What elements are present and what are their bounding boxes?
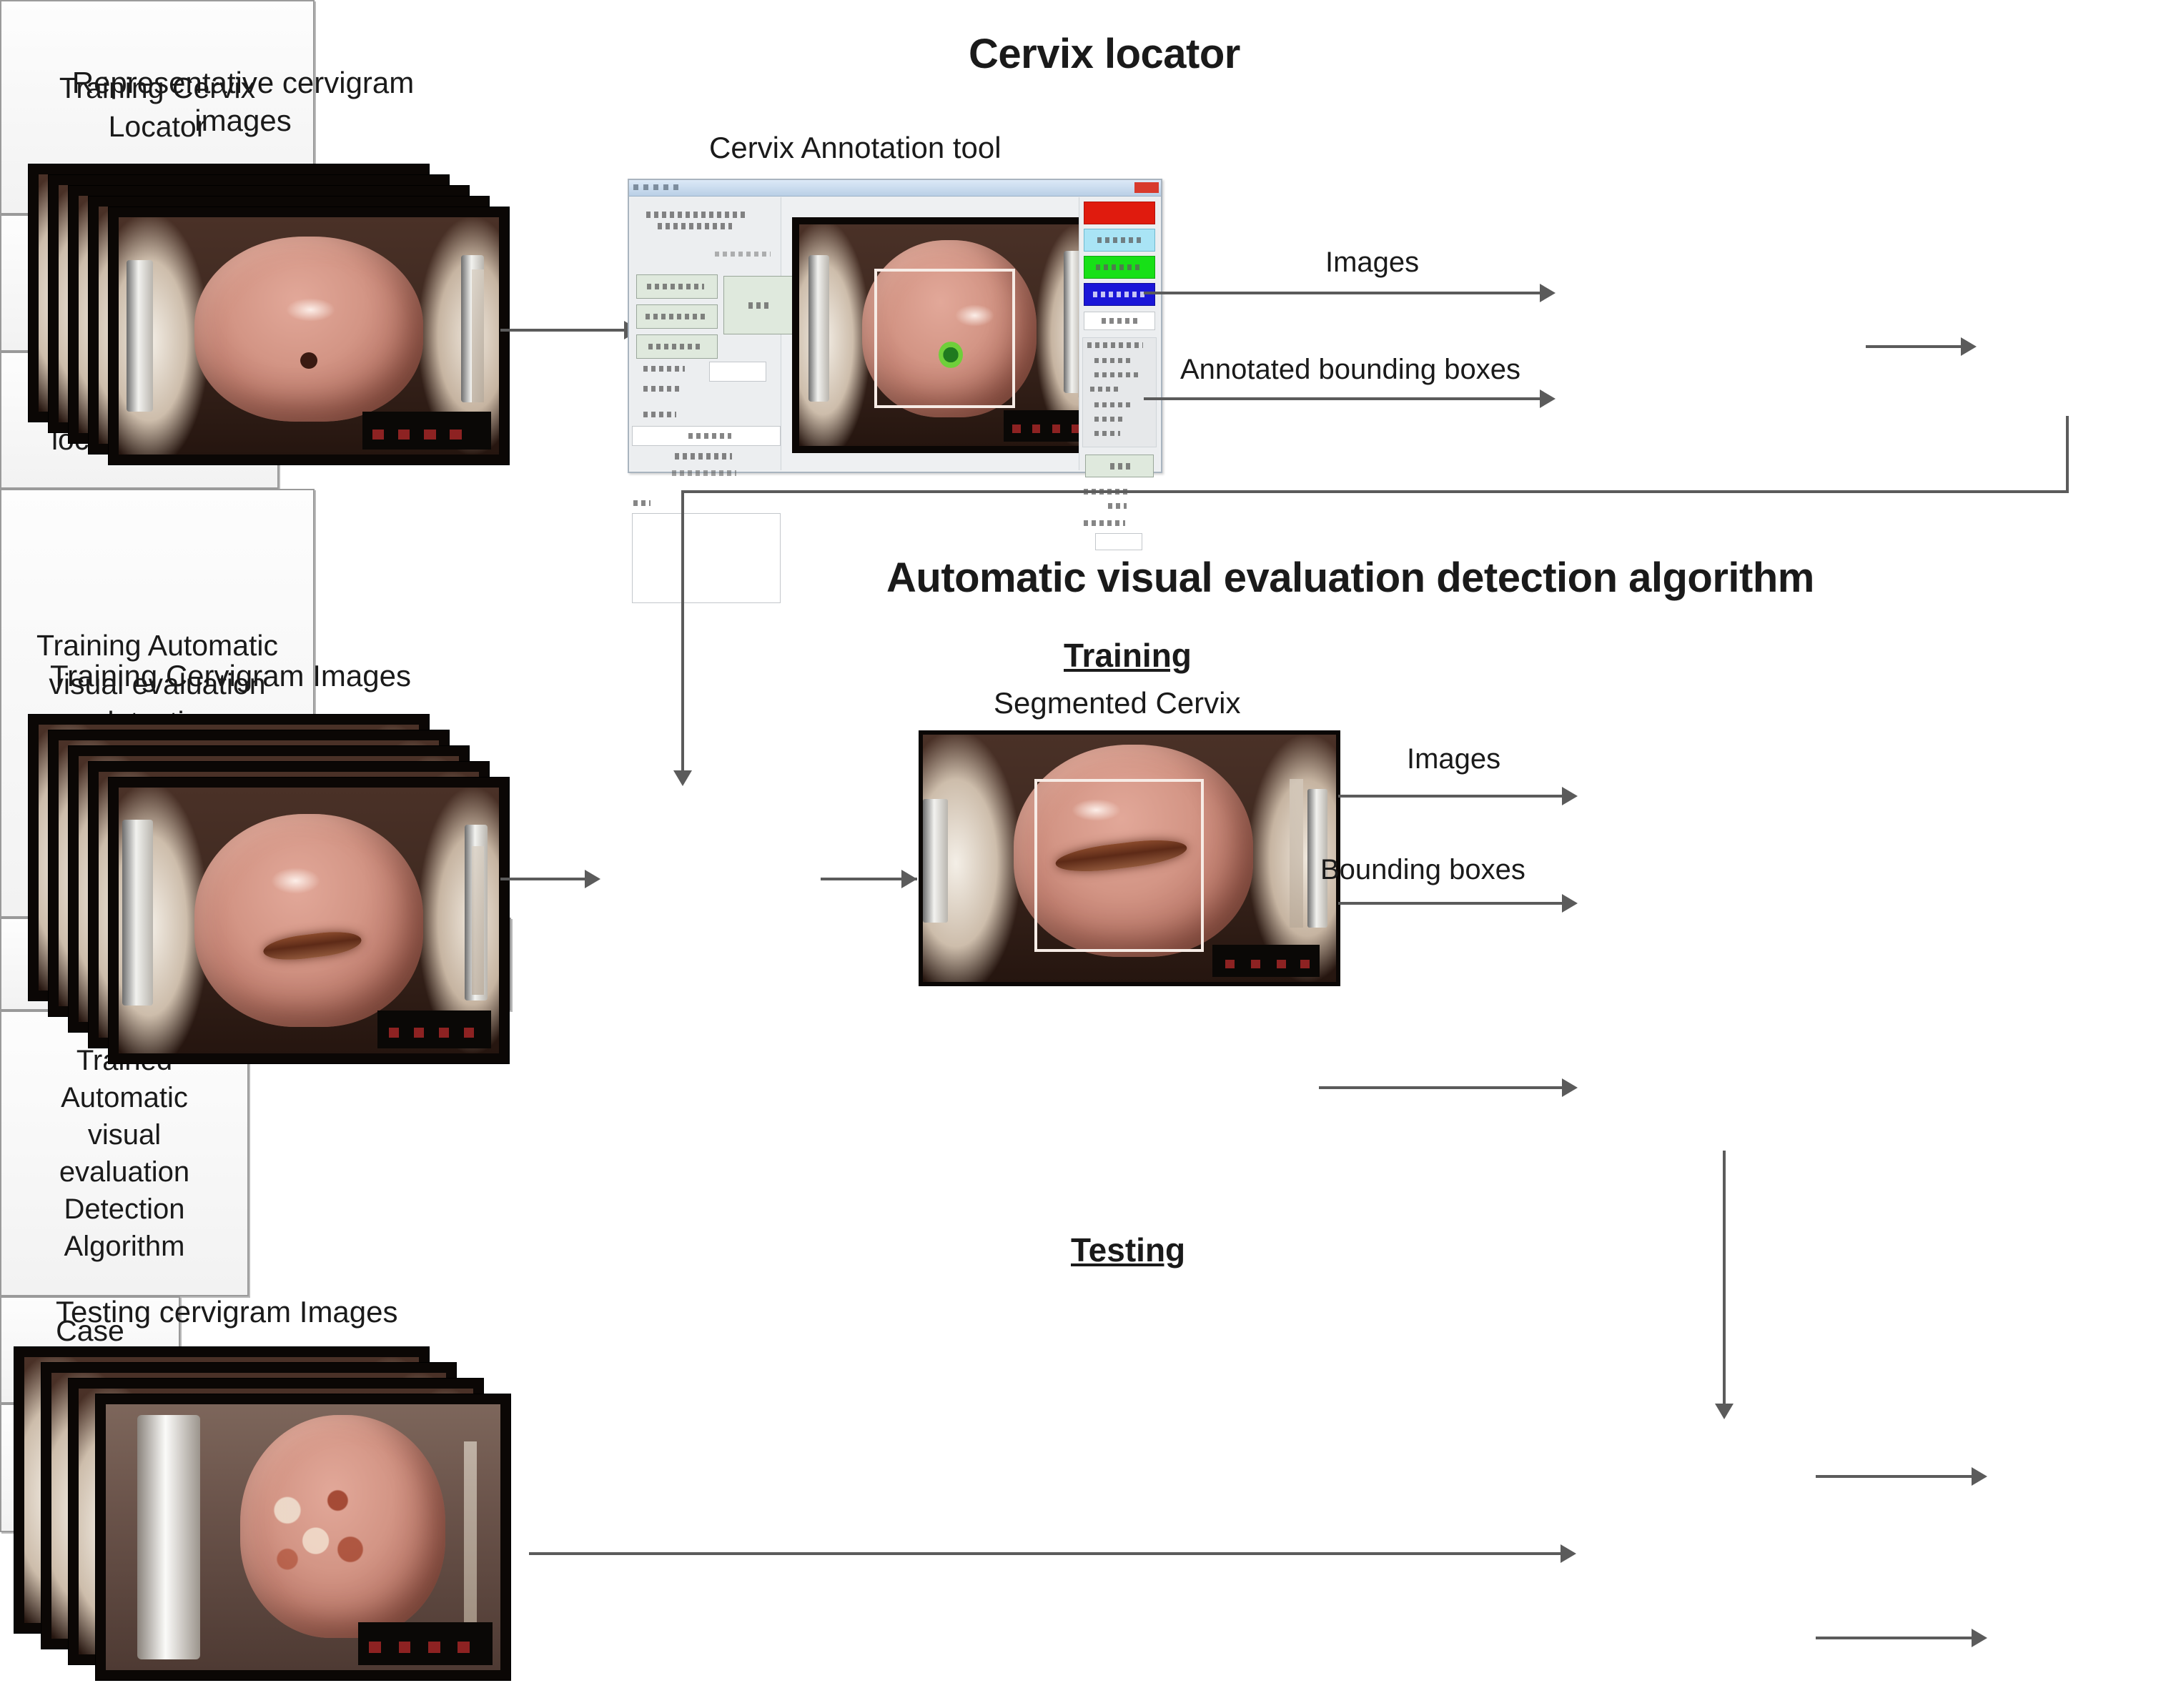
edge-ground-truth (1319, 1086, 1563, 1089)
edge-segmented-boxes (1338, 902, 1563, 905)
stack-label-testing: Testing cervigram Images (56, 1295, 398, 1329)
annotation-bounding-box[interactable] (874, 269, 1016, 409)
tool-radio-option[interactable] (1090, 387, 1122, 392)
edge-training-to-trained-ave (1723, 1151, 1726, 1409)
arrowhead (673, 770, 692, 786)
edge-to-case-probability (1816, 1475, 1973, 1478)
edge-training-to-model (1866, 345, 1962, 348)
edge-label-annotated-bounding-boxes: Annotated bounding boxes (1180, 354, 1520, 385)
tool-label-2 (643, 386, 681, 392)
edge-testing-stack-to-trained-ave (529, 1552, 1562, 1555)
tool-index-label (1084, 520, 1125, 526)
edge-model-down2 (681, 490, 684, 776)
cervigram-photo (923, 735, 1336, 982)
tool-field-1[interactable] (709, 362, 766, 382)
edge-training-stack-to-model (500, 878, 586, 880)
cervigram-sheet-front (109, 778, 509, 1063)
tool-left-button-2[interactable] (636, 304, 718, 329)
tool-radio-option[interactable] (1094, 402, 1130, 407)
tool-label-1 (643, 366, 685, 372)
tool-index-field[interactable] (1095, 533, 1142, 550)
cervigram-photo (119, 788, 499, 1053)
arrowhead (1715, 1404, 1734, 1419)
tool-open-button[interactable] (723, 276, 795, 334)
edge-tool-boxes (1144, 397, 1541, 400)
tool-red-button[interactable] (1084, 202, 1155, 224)
tool-radio-option[interactable] (1094, 431, 1120, 436)
arrowhead (1562, 894, 1578, 913)
tool-blue-button[interactable] (1084, 283, 1155, 306)
tool-cyan-button[interactable] (1084, 229, 1155, 252)
tool-left-button-1[interactable] (636, 274, 718, 299)
edge-label-images-top: Images (1325, 247, 1420, 278)
image-stack-representative (29, 164, 509, 465)
arrowhead (1540, 389, 1556, 408)
tool-save-button[interactable] (1085, 455, 1154, 477)
image-timestamp-stamp (1212, 945, 1320, 978)
cervix-annotation-tool-window[interactable] (628, 179, 1162, 603)
phase-label-training: Training (1064, 637, 1192, 674)
tool-radio-group[interactable] (1082, 337, 1157, 447)
tool-label-3 (643, 412, 676, 417)
close-icon[interactable] (1134, 182, 1159, 193)
tool-list-label (633, 500, 651, 506)
tool-cervigram-photo (799, 224, 1099, 446)
tool-app-title-line (646, 212, 746, 218)
window-titlebar (629, 180, 1161, 197)
arrowhead (1972, 1629, 1987, 1647)
tool-log-list[interactable] (632, 513, 781, 603)
edge-segmented-images (1338, 795, 1563, 798)
tool-count-value (1108, 503, 1127, 509)
menu-dots-icon (633, 184, 683, 190)
predicted-bounding-box (1034, 779, 1205, 953)
segmented-cervix-image (919, 730, 1340, 986)
arrowhead (1972, 1467, 1987, 1486)
segmented-cervix-caption: Segmented Cervix (994, 686, 1241, 720)
edge-model-left (681, 490, 2069, 493)
cervigram-photo (106, 1404, 500, 1670)
image-timestamp-stamp (358, 1622, 493, 1665)
section-title-ave-algorithm: Automatic visual evaluation detection al… (886, 555, 1814, 601)
image-stack-training (29, 715, 515, 1072)
cervigram-photo (119, 217, 499, 455)
image-timestamp-stamp (362, 412, 492, 450)
tool-radio-option[interactable] (1094, 417, 1124, 422)
stack-label-representative: Representative cervigram images (71, 66, 415, 137)
phase-label-testing: Testing (1071, 1231, 1186, 1268)
arrowhead (1540, 284, 1556, 302)
tool-green-button[interactable] (1084, 256, 1155, 279)
tool-field-2[interactable] (632, 426, 781, 446)
annotation-tool-caption: Cervix Annotation tool (709, 131, 1002, 164)
arrowhead (1562, 787, 1578, 805)
edge-label-images-mid: Images (1407, 743, 1501, 775)
section-title-cervix-locator: Cervix locator (969, 31, 1240, 77)
image-stack-testing (14, 1347, 543, 1704)
tool-status-2 (672, 470, 736, 476)
arrowhead (1961, 337, 1977, 356)
cervigram-sheet-front (96, 1394, 510, 1680)
tool-radio-option[interactable] (1094, 358, 1133, 363)
tool-path-line (715, 252, 771, 257)
edge-tool-images (1144, 292, 1541, 294)
tool-output-field[interactable] (1084, 312, 1155, 330)
tool-left-panel[interactable] (630, 197, 795, 603)
edge-representative-to-tool (500, 329, 625, 332)
arrowhead (1561, 1544, 1576, 1563)
edge-model-down (2066, 416, 2069, 493)
image-timestamp-stamp (377, 1011, 492, 1048)
tool-image-canvas[interactable] (792, 217, 1107, 453)
stack-label-training: Training Cervigram Images (50, 659, 411, 692)
arrowhead (585, 870, 600, 888)
tool-right-panel[interactable] (1079, 197, 1159, 550)
edge-label-bounding-boxes-mid: Bounding boxes (1320, 854, 1525, 885)
tool-status-1 (675, 453, 732, 460)
tool-radio-option[interactable] (1094, 372, 1142, 377)
arrowhead (901, 870, 917, 888)
arrowhead (1562, 1078, 1578, 1097)
tool-app-subtitle-line (658, 223, 732, 229)
edge-to-predicted-location (1816, 1637, 1973, 1639)
tool-left-button-3[interactable] (636, 334, 718, 359)
cervigram-sheet-front (109, 207, 509, 465)
